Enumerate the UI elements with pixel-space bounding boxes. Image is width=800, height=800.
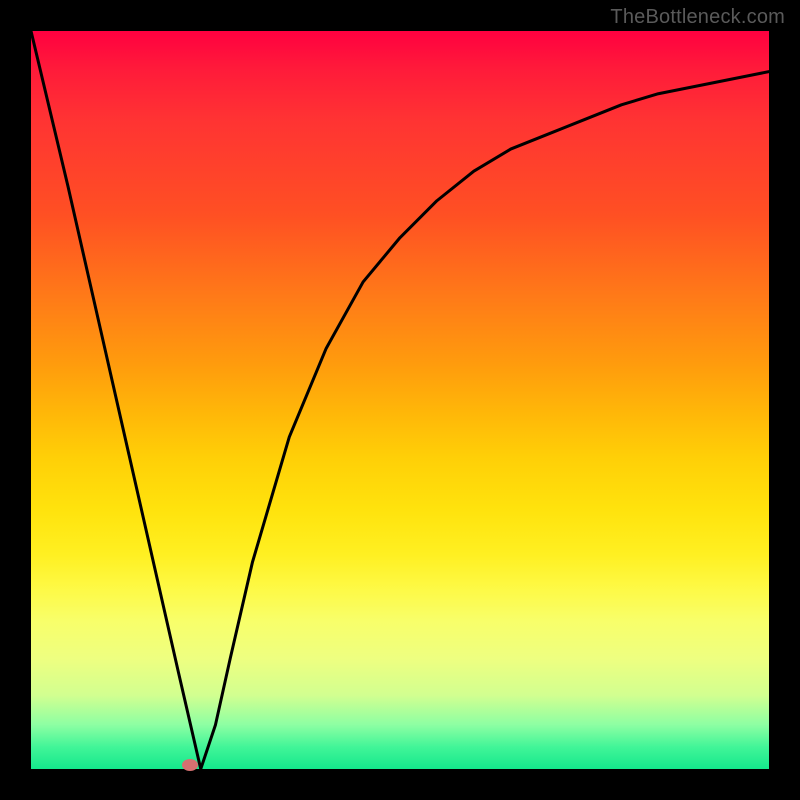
plot-area xyxy=(31,31,769,769)
watermark-text: TheBottleneck.com xyxy=(610,6,785,29)
optimum-marker-icon xyxy=(182,759,198,771)
bottleneck-curve xyxy=(31,31,769,769)
chart-frame: TheBottleneck.com xyxy=(0,0,800,800)
